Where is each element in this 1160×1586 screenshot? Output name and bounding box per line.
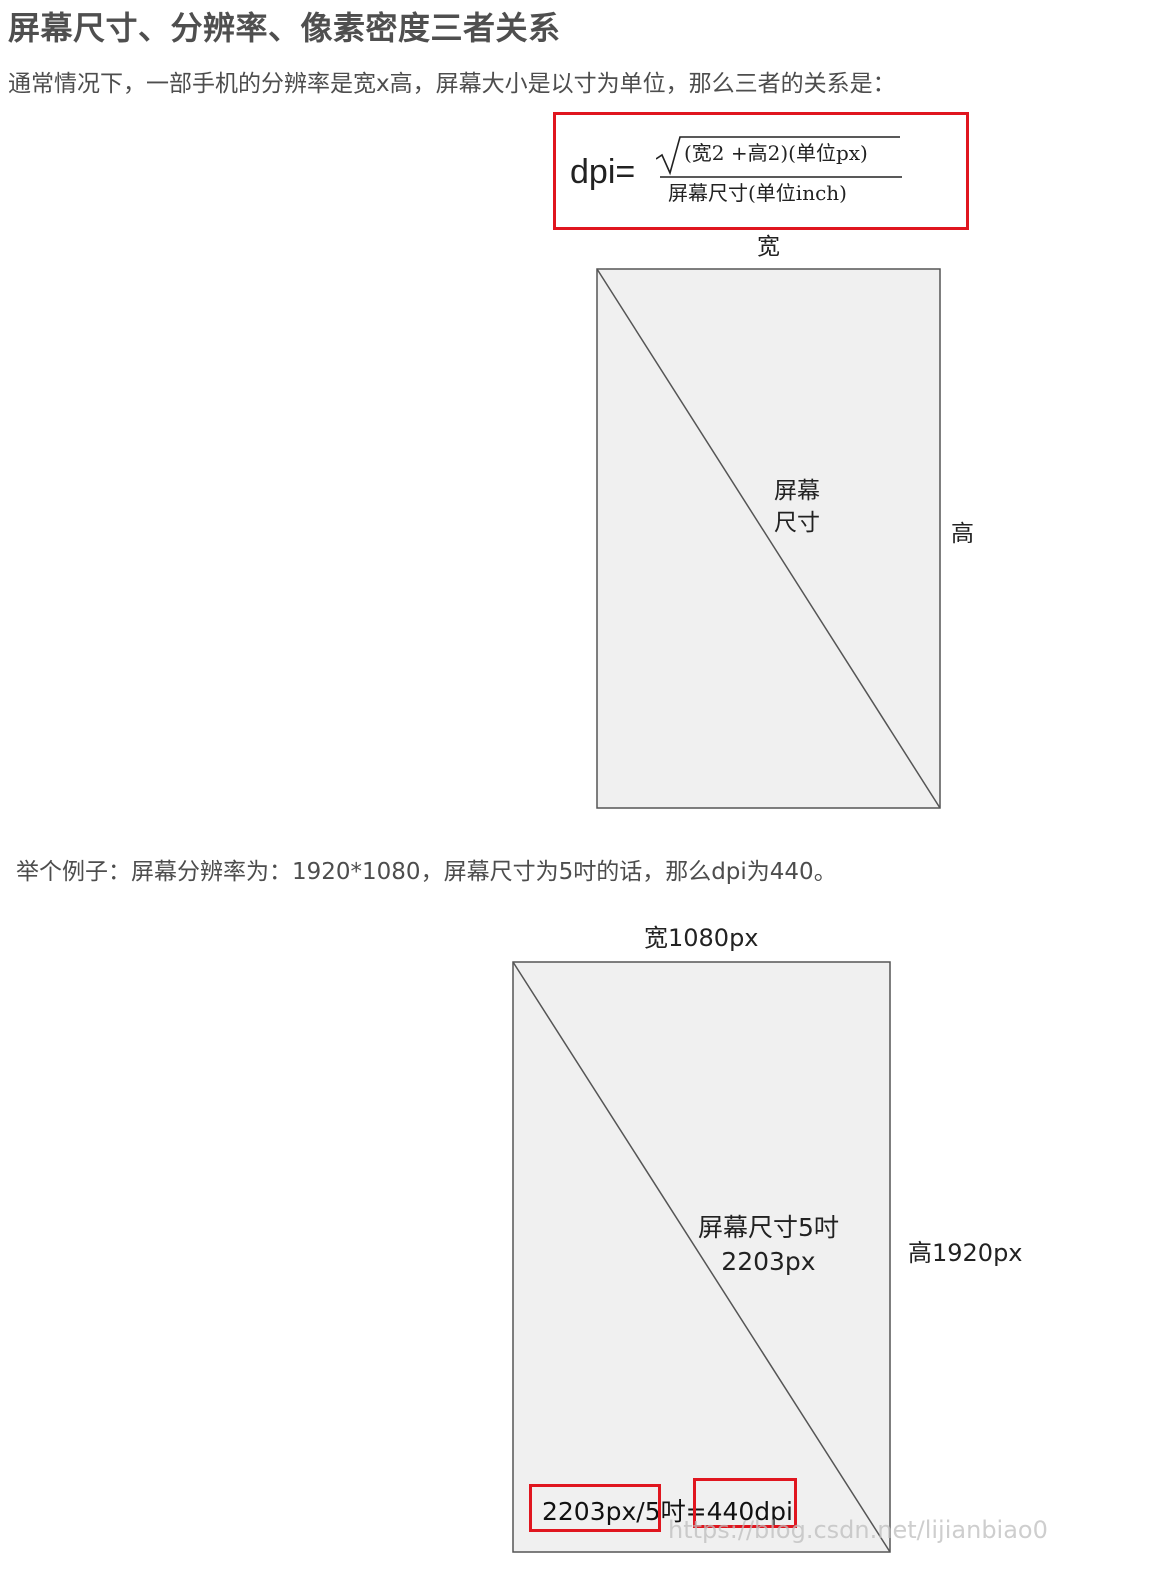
diagram1-center-label: 屏幕 尺寸 [774,475,820,539]
diagram1-width-label: 宽 [757,234,780,260]
formula-highlight-box: dpi= (宽2 +高2)(单位px) 屏幕尺寸(单位inch) [553,112,969,230]
diagram1-center-line1: 屏幕 [774,478,820,504]
diagram1-rect-diagonal [596,268,941,809]
watermark: https://blog.csdn.net/lijianbiao0 [668,1516,1048,1544]
intro-paragraph: 通常情况下，一部手机的分辨率是宽x高，屏幕大小是以寸为单位，那么三者的关系是： [8,71,896,97]
diagram2-center-line2: 2203px [721,1247,816,1276]
diagram1-screen [596,268,942,810]
diagram2-width-label: 宽1080px [644,924,759,952]
formula-numerator: (宽2 +高2)(单位px) [684,141,868,165]
diagram2-center-label: 屏幕尺寸5吋 2203px [698,1211,839,1279]
diagram1-center-line2: 尺寸 [774,510,820,536]
diagram2-center-line1: 屏幕尺寸5吋 [698,1213,839,1242]
section-heading: 屏幕尺寸、分辨率、像素密度三者关系 [8,9,561,47]
diagram2-height-label: 高1920px [908,1239,1023,1267]
formula-fraction: (宽2 +高2)(单位px) 屏幕尺寸(单位inch) [656,133,904,213]
diagram1-height-label: 高 [951,521,974,547]
example-paragraph: 举个例子：屏幕分辨率为：1920*1080，屏幕尺寸为5吋的话，那么dpi为44… [16,859,837,885]
formula-denominator: 屏幕尺寸(单位inch) [668,181,847,205]
formula-lhs: dpi= [570,153,636,191]
calc-highlight-box-1 [529,1484,661,1532]
